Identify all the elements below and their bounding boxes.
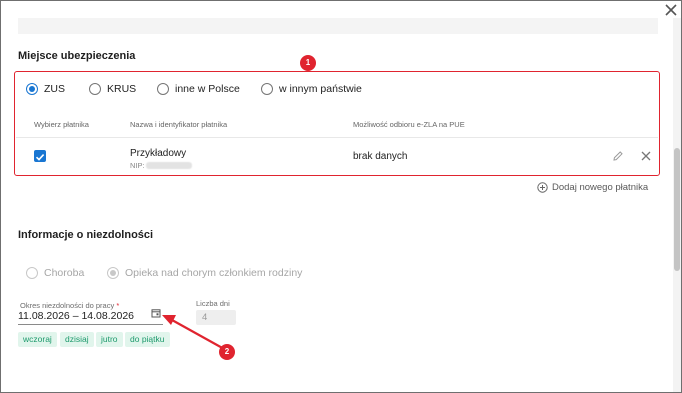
radio-w-innym-panstwie[interactable]: w innym państwie [261,83,362,95]
radio-inne-label: inne w Polsce [175,83,240,95]
radio-choroba[interactable]: Choroba [26,267,84,279]
period-label-text: Okres niezdolności do pracy [20,301,115,310]
radio-krus-control[interactable] [89,83,101,95]
incapacity-section-title: Informacje o niezdolności [18,229,154,241]
previous-section-band [18,18,658,34]
add-payer-button[interactable]: Dodaj nowego płatnika [537,182,648,193]
chip-dzisiaj[interactable]: dzisiaj [60,332,94,347]
radio-choroba-control[interactable] [26,267,38,279]
annotation-badge-2: 2 [219,344,235,360]
payer-nip-redacted [146,162,192,169]
insurance-section-title: Miejsce ubezpieczenia [18,50,136,62]
radio-zus[interactable]: ZUS [26,83,65,95]
radio-opieka-control[interactable] [107,267,119,279]
radio-choroba-label: Choroba [44,267,85,279]
column-header-name: Nazwa i identyfikator płatnika [130,120,228,129]
radio-abroad-control[interactable] [261,83,273,95]
date-range-input[interactable]: 11.08.2026 – 14.08.2026 [18,310,134,322]
radio-opieka[interactable]: Opieka nad chorym członkiem rodziny [107,267,302,279]
chip-wczoraj[interactable]: wczoraj [18,332,57,347]
radio-krus[interactable]: KRUS [89,83,136,95]
pencil-icon[interactable] [612,150,624,162]
table-header-divider [16,137,658,138]
radio-krus-label: KRUS [107,83,137,95]
radio-zus-control[interactable] [26,83,38,95]
date-range-underline [18,324,163,325]
radio-inne-control[interactable] [157,83,169,95]
check-icon [35,154,45,161]
payer-checkbox[interactable] [34,150,46,162]
plus-circle-icon [537,182,548,193]
annotation-badge-1: 1 [300,55,316,71]
chip-jutro[interactable]: jutro [96,332,123,347]
scrollbar-thumb[interactable] [674,148,680,271]
radio-abroad-label: w innym państwie [279,83,362,95]
add-payer-label: Dodaj nowego płatnika [552,182,649,193]
period-field-label: Okres niezdolności do pracy * [20,301,119,310]
radio-opieka-label: Opieka nad chorym członkiem rodziny [125,267,303,279]
payer-nip-label: NIP: [130,161,145,170]
column-header-ezla: Możliwość odbioru e-ZLA na PUE [353,120,465,129]
payer-ezla-value: brak danych [353,151,408,162]
column-header-select: Wybierz płatnika [34,120,89,129]
radio-inne-w-polsce[interactable]: inne w Polsce [157,83,240,95]
required-mark: * [116,301,120,310]
radio-zus-label: ZUS [44,83,65,95]
payer-name: Przykładowy [130,148,187,159]
delete-icon[interactable] [640,150,652,162]
close-icon[interactable] [664,3,678,17]
